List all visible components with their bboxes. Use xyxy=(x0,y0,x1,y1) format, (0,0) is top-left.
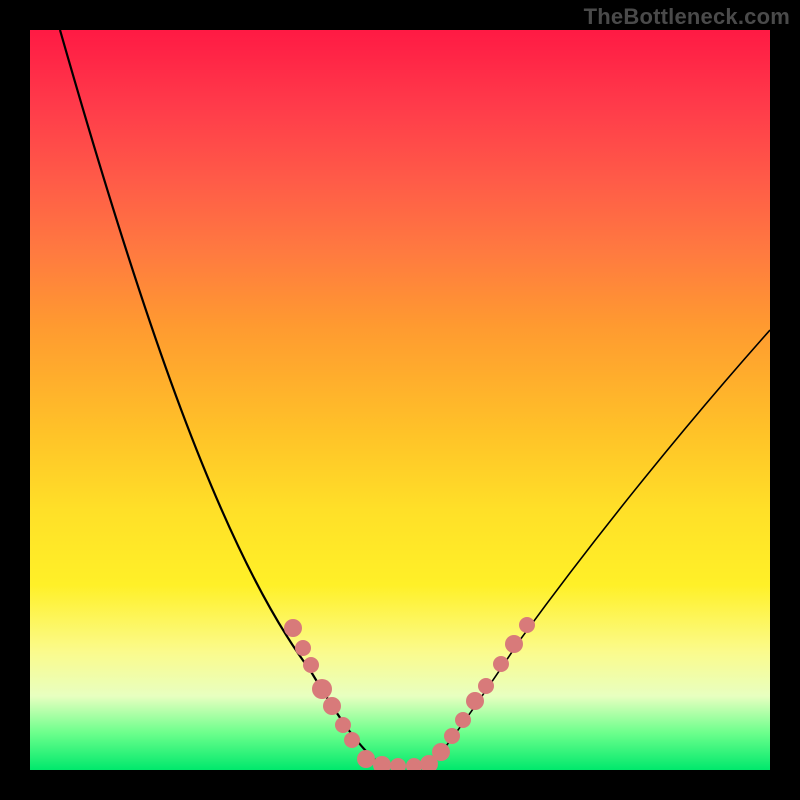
data-dot xyxy=(295,640,311,656)
data-dot xyxy=(432,743,450,761)
data-dot xyxy=(312,679,332,699)
data-dot xyxy=(323,697,341,715)
data-dot xyxy=(284,619,302,637)
watermark-text: TheBottleneck.com xyxy=(584,4,790,30)
dots-group xyxy=(284,617,535,770)
gradient-plot-area xyxy=(30,30,770,770)
data-dot xyxy=(519,617,535,633)
data-dot xyxy=(444,728,460,744)
data-dot xyxy=(493,656,509,672)
chart-svg xyxy=(30,30,770,770)
data-dot xyxy=(466,692,484,710)
data-dot xyxy=(505,635,523,653)
data-dot xyxy=(303,657,319,673)
data-dot xyxy=(478,678,494,694)
data-dot xyxy=(335,717,351,733)
data-dot xyxy=(455,712,471,728)
data-dot xyxy=(344,732,360,748)
data-dot xyxy=(373,756,391,770)
data-dot xyxy=(357,750,375,768)
data-dot xyxy=(390,758,406,770)
curve-left xyxy=(60,30,385,768)
data-dot xyxy=(406,758,422,770)
